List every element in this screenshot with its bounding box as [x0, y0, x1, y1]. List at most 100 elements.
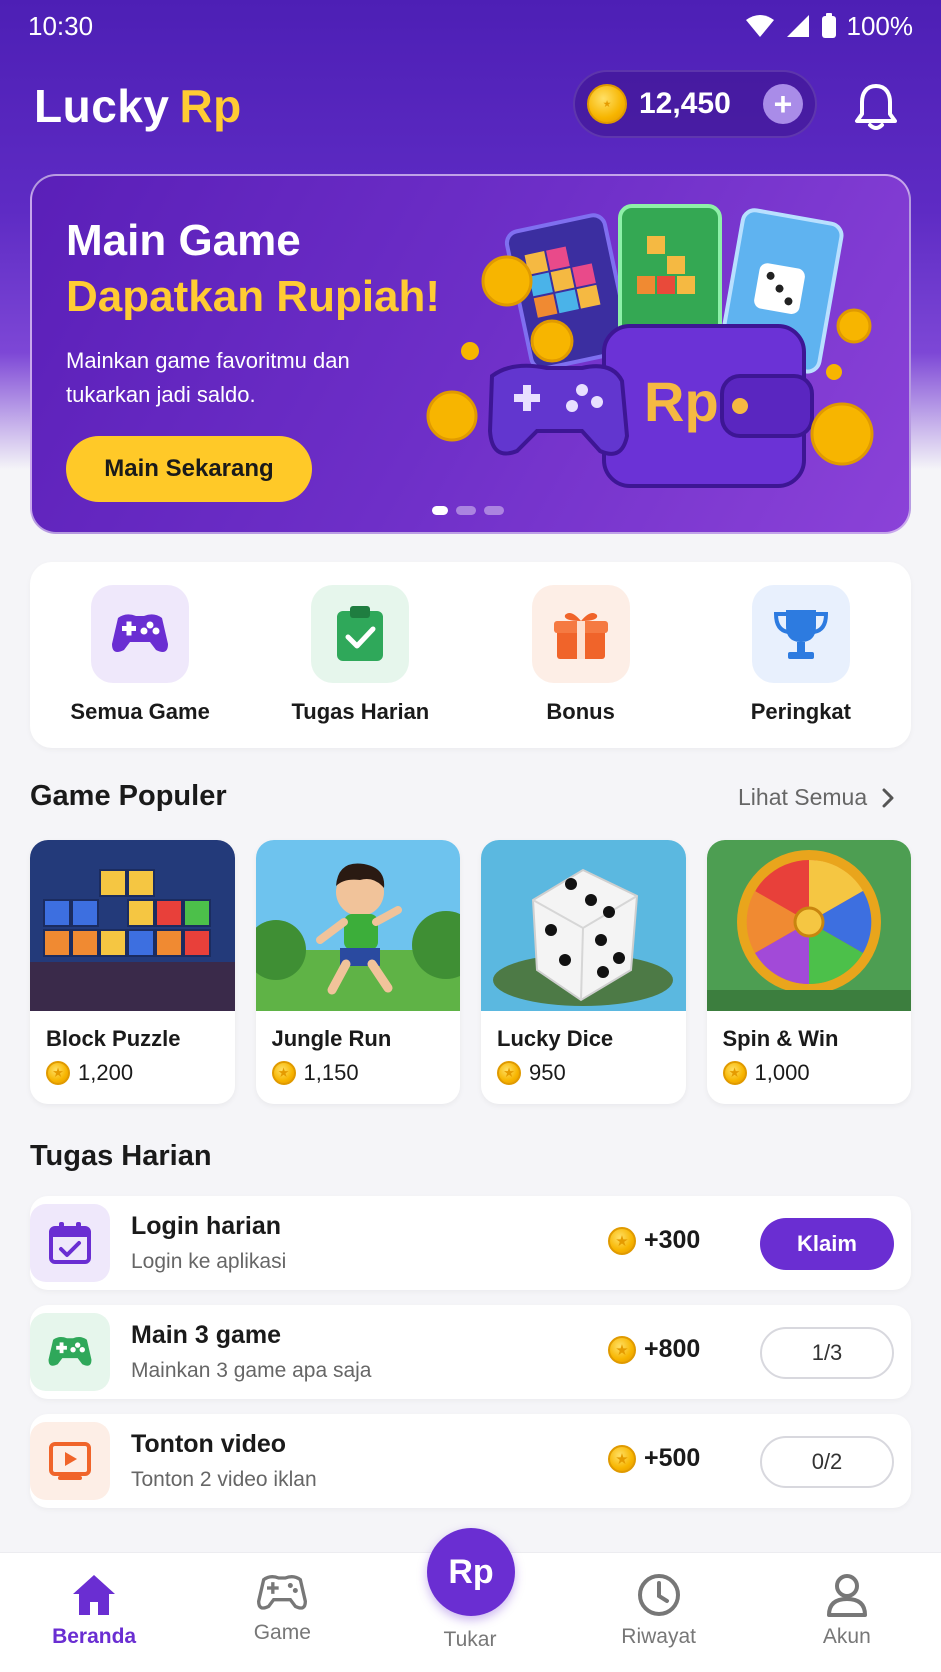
- chevron-right-icon: [882, 788, 894, 807]
- trophy-icon: [751, 585, 850, 683]
- task-row: Tonton video Tonton 2 video iklan +500 0…: [30, 1414, 911, 1508]
- game-card-lucky-dice[interactable]: Lucky Dice 950: [481, 840, 686, 1104]
- coin-icon: [587, 84, 627, 124]
- game-points-value: 1,000: [754, 1060, 810, 1085]
- nav-label: Game: [253, 1621, 311, 1644]
- game-name: Lucky Dice: [497, 1026, 614, 1051]
- spin-win-thumbnail: [706, 840, 911, 1011]
- task-title: Main 3 game: [131, 1321, 282, 1349]
- gamepad-icon: [257, 1575, 308, 1610]
- game-name: Jungle Run: [271, 1026, 392, 1051]
- coin-icon: [608, 1335, 636, 1364]
- game-points: 1,150: [271, 1060, 359, 1086]
- brand-accent: Rp: [179, 80, 242, 132]
- popular-games-title: Game Populer: [30, 780, 227, 812]
- notification-bell-icon[interactable]: [852, 80, 900, 132]
- gamepad-icon: [91, 585, 190, 683]
- coin-icon: [608, 1226, 636, 1255]
- coin-icon: [722, 1061, 747, 1085]
- popular-games-list: Block Puzzle 1,200 Jungle Run 1,150: [30, 840, 911, 1104]
- game-points: 1,200: [46, 1060, 133, 1086]
- task-progress-button[interactable]: 0/2: [760, 1436, 894, 1488]
- task-progress-button[interactable]: 1/3: [760, 1327, 894, 1379]
- carousel-dot[interactable]: [456, 506, 476, 515]
- game-card-block-puzzle[interactable]: Block Puzzle 1,200: [30, 840, 235, 1104]
- game-card-spin-win[interactable]: Spin & Win 1,000: [706, 840, 911, 1104]
- clock-icon: [637, 1574, 680, 1616]
- gift-icon: [531, 585, 630, 683]
- game-points-value: 950: [529, 1060, 566, 1085]
- game-points: 1,000: [722, 1060, 810, 1086]
- nav-home[interactable]: Beranda: [19, 1553, 169, 1672]
- play-now-button[interactable]: Main Sekarang: [66, 436, 312, 502]
- nav-label: Akun: [822, 1625, 871, 1648]
- brand-main: Lucky: [34, 80, 170, 132]
- coin-balance-pill[interactable]: 12,450 +: [573, 70, 817, 138]
- battery-icon: [821, 13, 836, 38]
- see-all-link[interactable]: Lihat Semua: [738, 784, 895, 811]
- claim-button[interactable]: Klaim: [760, 1218, 894, 1270]
- see-all-label: Lihat Semua: [738, 784, 868, 810]
- game-points: 950: [497, 1060, 566, 1086]
- quick-menu-leaderboard[interactable]: Peringkat: [701, 585, 901, 725]
- signal-icon: [786, 15, 809, 37]
- add-coins-button[interactable]: +: [763, 84, 803, 124]
- quick-menu-daily-tasks[interactable]: Tugas Harian: [260, 585, 460, 725]
- status-bar: 10:30 100%: [0, 0, 941, 52]
- game-points-value: 1,150: [303, 1060, 359, 1085]
- banner-title: Main Game: [66, 216, 301, 265]
- app-header: LuckyRp 12,450 +: [0, 66, 941, 146]
- task-reward: +300: [608, 1226, 700, 1255]
- task-reward-value: +800: [644, 1335, 701, 1363]
- task-subtitle: Tonton 2 video iklan: [131, 1468, 317, 1491]
- carousel-dot[interactable]: [432, 506, 448, 515]
- coin-icon: [271, 1061, 296, 1085]
- wifi-icon: [745, 15, 774, 37]
- home-icon: [73, 1575, 116, 1615]
- task-subtitle: Login ke aplikasi: [131, 1250, 287, 1273]
- coin-icon: [46, 1061, 70, 1085]
- quick-menu-label: Semua Game: [70, 699, 210, 724]
- task-row: Main 3 game Mainkan 3 game apa saja +800…: [30, 1305, 911, 1399]
- clipboard-check-icon: [311, 585, 410, 683]
- carousel-dot[interactable]: [484, 506, 504, 515]
- nav-exchange-button[interactable]: Rp: [427, 1528, 515, 1616]
- task-reward-value: +300: [644, 1226, 701, 1254]
- coin-icon: [497, 1061, 521, 1085]
- nav-account[interactable]: Akun: [772, 1553, 922, 1672]
- banner-illustration: Rp: [426, 204, 874, 488]
- play-video-icon: [30, 1422, 110, 1500]
- game-card-jungle-run[interactable]: Jungle Run 1,150: [255, 840, 460, 1104]
- status-icons: 100%: [745, 10, 914, 42]
- nav-label: Beranda: [52, 1625, 137, 1648]
- task-subtitle: Mainkan 3 game apa saja: [131, 1359, 372, 1382]
- status-time: 10:30: [28, 10, 94, 41]
- promo-banner[interactable]: Main Game Dapatkan Rupiah! Mainkan game …: [30, 174, 911, 534]
- quick-menu-label: Bonus: [546, 699, 615, 724]
- task-reward: +500: [608, 1444, 700, 1473]
- nav-exchange-label: Tukar: [443, 1628, 497, 1651]
- quick-menu-all-games[interactable]: Semua Game: [40, 585, 240, 725]
- nav-label: Riwayat: [621, 1625, 696, 1648]
- gamepad-icon: [30, 1313, 110, 1391]
- task-title: Login harian: [131, 1212, 281, 1240]
- game-points-value: 1,200: [78, 1060, 134, 1085]
- banner-subtitle: Dapatkan Rupiah!: [66, 272, 441, 321]
- lucky-dice-thumbnail: [481, 840, 686, 1011]
- banner-description: Mainkan game favoritmu dan tukarkan jadi…: [66, 348, 350, 407]
- user-icon: [826, 1574, 867, 1617]
- nav-game[interactable]: Game: [207, 1553, 357, 1672]
- daily-tasks-title: Tugas Harian: [30, 1140, 212, 1172]
- app-logo: Lucky Rp: [34, 79, 242, 133]
- carousel-indicator[interactable]: [432, 506, 504, 515]
- battery-percent: 100%: [846, 10, 914, 41]
- quick-menu-bonus[interactable]: Bonus: [481, 585, 681, 725]
- coin-icon: [608, 1444, 636, 1473]
- quick-menu: Semua Game Tugas Harian Bonus Peringkat: [30, 562, 911, 748]
- wallet-label: Rp: [644, 370, 719, 433]
- task-reward-value: +500: [644, 1444, 701, 1472]
- task-reward: +800: [608, 1335, 700, 1364]
- nav-history[interactable]: Riwayat: [584, 1553, 734, 1672]
- block-puzzle-thumbnail: [30, 840, 235, 1011]
- task-title: Tonton video: [131, 1430, 287, 1458]
